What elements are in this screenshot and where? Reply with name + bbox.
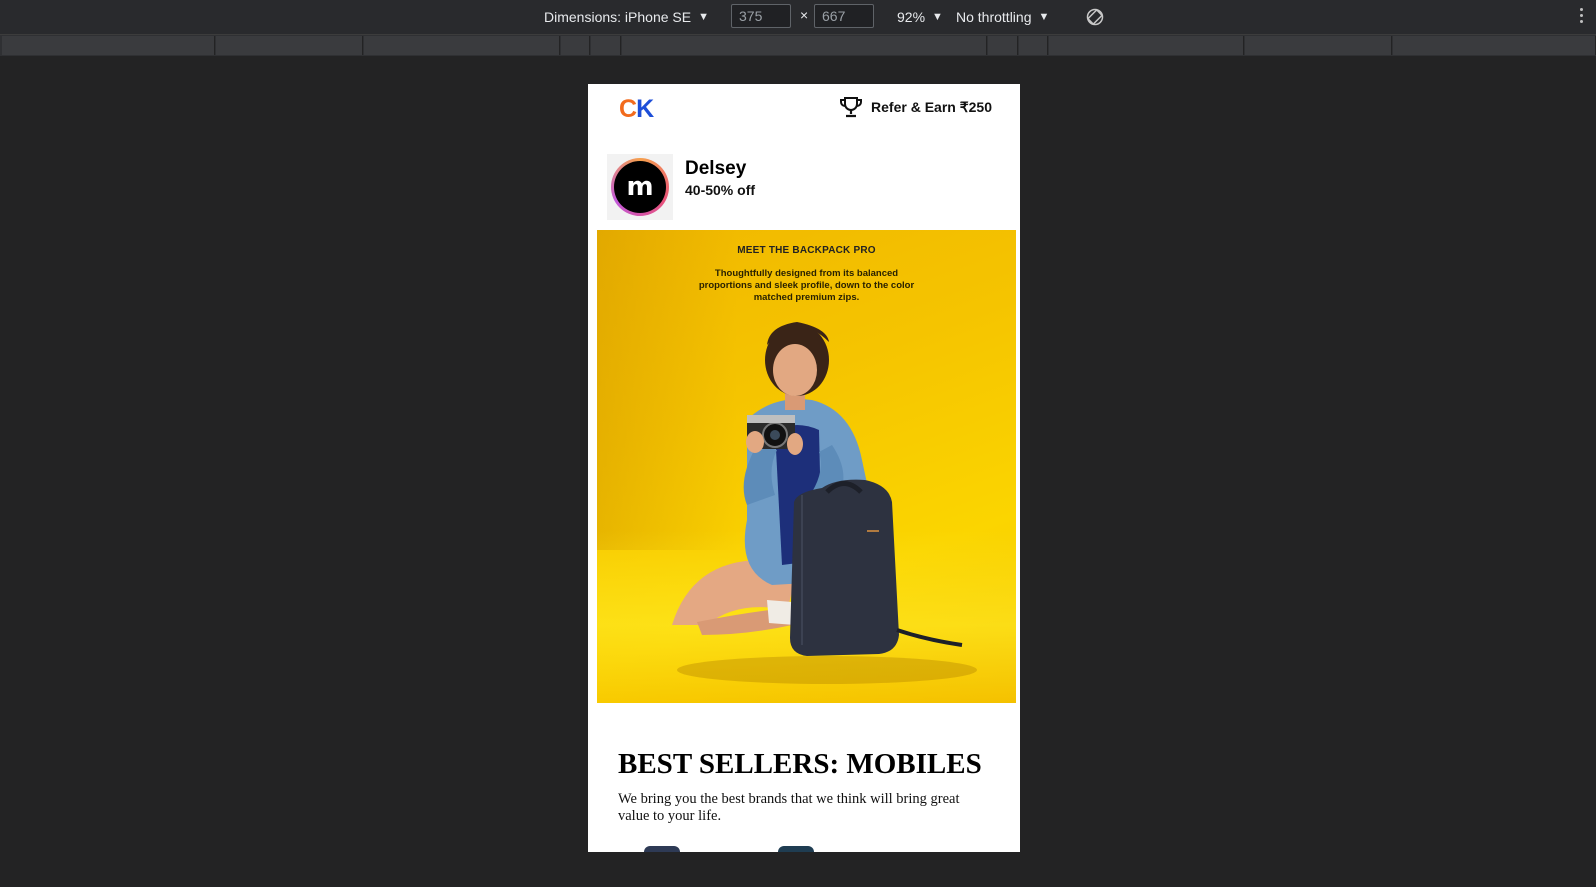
dimension-separator: × bbox=[800, 7, 809, 23]
brand-offer: 40-50% off bbox=[685, 182, 756, 198]
brand-name: Delsey bbox=[685, 158, 747, 179]
logo-letter-k: K bbox=[636, 95, 654, 123]
media-query-segment[interactable] bbox=[561, 36, 590, 55]
zoom-selector[interactable]: 92% ▼ bbox=[897, 0, 943, 34]
brand-logo: m bbox=[607, 154, 673, 220]
height-input[interactable] bbox=[814, 4, 874, 28]
media-query-segment[interactable] bbox=[1049, 36, 1244, 55]
media-query-segment[interactable] bbox=[216, 36, 363, 55]
media-query-segment[interactable] bbox=[1245, 36, 1392, 55]
section-heading: BEST SELLERS: MOBILES bbox=[618, 748, 982, 780]
promo-banner[interactable]: MEET THE BACKPACK PRO Thoughtfully desig… bbox=[597, 230, 1016, 703]
caret-down-icon: ▼ bbox=[932, 11, 943, 23]
banner-title: MEET THE BACKPACK PRO bbox=[737, 245, 876, 256]
media-query-segment[interactable] bbox=[2, 36, 215, 55]
section-description: We bring you the best brands that we thi… bbox=[618, 791, 960, 824]
refer-earn-link[interactable]: Refer & Earn ₹250 bbox=[839, 96, 992, 118]
banner-description: Thoughtfully designed from its balanced … bbox=[698, 268, 915, 303]
media-query-segment[interactable] bbox=[591, 36, 621, 55]
refer-earn-label: Refer & Earn ₹250 bbox=[871, 98, 992, 115]
rotate-icon[interactable] bbox=[1085, 7, 1105, 27]
media-query-segment[interactable] bbox=[988, 36, 1018, 55]
brand-logo-letter: m bbox=[614, 161, 666, 213]
logo-letter-c: C bbox=[619, 95, 637, 123]
media-query-segment[interactable] bbox=[1019, 36, 1048, 55]
zoom-label: 92% bbox=[897, 9, 926, 25]
brand-card[interactable]: m Delsey 40-50% off bbox=[607, 154, 1007, 220]
product-image-peek[interactable] bbox=[644, 846, 680, 852]
media-query-bar bbox=[0, 35, 1596, 56]
product-image-peek[interactable] bbox=[778, 846, 814, 852]
media-query-segment[interactable] bbox=[622, 36, 987, 55]
trophy-icon bbox=[840, 97, 863, 118]
caret-down-icon: ▼ bbox=[698, 11, 709, 23]
more-vertical-icon[interactable] bbox=[1580, 8, 1584, 26]
media-query-segment[interactable] bbox=[1393, 36, 1596, 55]
best-sellers-section: BEST SELLERS: MOBILES We bring you the b… bbox=[618, 748, 998, 825]
throttling-label: No throttling bbox=[956, 9, 1032, 25]
site-logo[interactable]: CK bbox=[619, 95, 654, 124]
device-viewport: CK Refer & Earn ₹250 m Delsey 40-50% off bbox=[588, 84, 1020, 852]
width-input[interactable] bbox=[731, 4, 791, 28]
throttling-selector[interactable]: No throttling ▼ bbox=[956, 0, 1049, 34]
media-query-segment[interactable] bbox=[364, 36, 560, 55]
device-selector-label: Dimensions: iPhone SE bbox=[544, 9, 692, 25]
device-selector[interactable]: Dimensions: iPhone SE ▼ bbox=[544, 0, 709, 34]
site-header: CK Refer & Earn ₹250 bbox=[588, 84, 1020, 136]
caret-down-icon: ▼ bbox=[1038, 11, 1050, 23]
device-toolbar: Dimensions: iPhone SE ▼ × 92% ▼ No throt… bbox=[0, 0, 1596, 35]
